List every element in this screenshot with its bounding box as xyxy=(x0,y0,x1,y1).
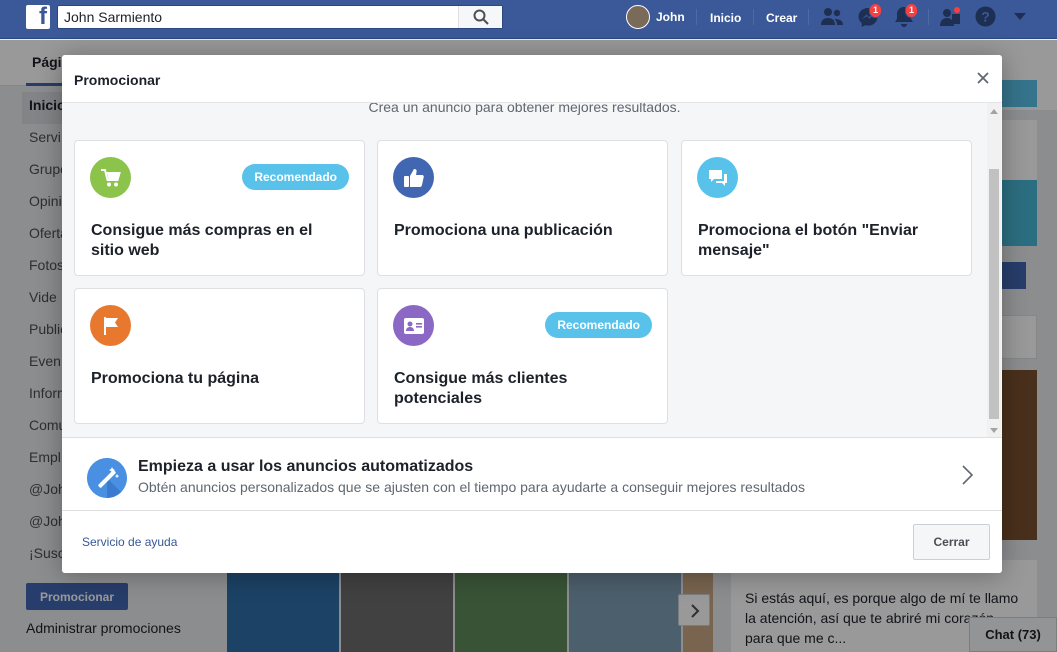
card-title: Promociona el botón "Enviar mensaje" xyxy=(698,222,919,259)
recommended-badge: Recomendado xyxy=(242,164,349,190)
help-icon[interactable]: ? xyxy=(975,6,996,27)
card-title: Consigue más clientes potenciales xyxy=(394,370,568,407)
dialog-scrollbar[interactable] xyxy=(987,103,1001,437)
account-menu-chevron-down-icon[interactable] xyxy=(1014,13,1026,21)
card-icon-circle xyxy=(697,157,738,198)
card-icon-circle xyxy=(393,157,434,198)
cart-icon xyxy=(101,169,121,187)
scroll-down-arrow-icon[interactable] xyxy=(990,428,998,433)
automated-ads-row[interactable]: Empieza a usar los anuncios automatizado… xyxy=(62,437,1002,511)
scrollbar-thumb[interactable] xyxy=(989,169,999,419)
avatar xyxy=(626,5,650,29)
dialog-footer: Servicio de ayuda Cerrar xyxy=(62,511,1002,573)
nav-divider xyxy=(753,9,754,25)
dialog-body: Crea un anuncio para obtener mejores res… xyxy=(62,103,1002,437)
automated-ads-title: Empieza a usar los anuncios automatizado… xyxy=(138,458,474,475)
scroll-up-arrow-icon[interactable] xyxy=(990,109,998,114)
nav-divider xyxy=(808,9,809,25)
help-center-link[interactable]: Servicio de ayuda xyxy=(82,535,177,549)
search-icon xyxy=(473,9,489,25)
chat-bubbles-icon xyxy=(709,170,727,186)
top-navigation-bar: f John Inicio Crear 1 1 ? xyxy=(0,0,1057,39)
card-icon-circle xyxy=(393,305,434,346)
card-send-message[interactable]: Promociona el botón "Enviar mensaje" xyxy=(681,140,972,276)
create-link[interactable]: Crear xyxy=(766,11,797,25)
card-promote-post[interactable]: Promociona una publicación xyxy=(377,140,668,276)
messages-badge: 1 xyxy=(869,3,883,18)
profile-name: John xyxy=(656,10,685,24)
thumbs-up-icon xyxy=(404,169,424,187)
svg-text:?: ? xyxy=(981,9,990,25)
nav-divider xyxy=(696,9,697,25)
card-icon-circle xyxy=(90,157,131,198)
contact-card-icon xyxy=(404,318,424,334)
profile-link[interactable]: John xyxy=(626,5,685,29)
card-promote-page[interactable]: Promociona tu página xyxy=(74,288,365,424)
promote-dialog: Promocionar Crea un anuncio para obtener… xyxy=(62,55,1002,573)
friend-requests-icon[interactable] xyxy=(820,6,844,28)
nav-divider xyxy=(928,9,929,25)
chevron-right-icon xyxy=(962,465,974,485)
home-link[interactable]: Inicio xyxy=(710,11,741,25)
search-input[interactable] xyxy=(58,6,458,28)
flag-icon xyxy=(104,317,118,335)
facebook-logo-icon[interactable]: f xyxy=(26,3,50,30)
dialog-header: Promocionar xyxy=(62,55,1002,103)
automated-ads-description: Obtén anuncios personalizados que se aju… xyxy=(138,479,805,495)
search-box xyxy=(57,5,503,29)
notifications-badge: 1 xyxy=(905,3,919,18)
card-leads[interactable]: Recomendado Consigue más clientes potenc… xyxy=(377,288,668,424)
card-website-purchases[interactable]: Recomendado Consigue más compras en el s… xyxy=(74,140,365,276)
card-title: Promociona una publicación xyxy=(394,222,613,239)
close-icon[interactable] xyxy=(976,71,990,85)
search-button[interactable] xyxy=(458,6,502,28)
card-icon-circle xyxy=(90,305,131,346)
magic-wand-icon xyxy=(87,458,127,498)
dialog-subtitle: Crea un anuncio para obtener mejores res… xyxy=(368,103,681,115)
card-title: Promociona tu página xyxy=(91,370,260,387)
close-button[interactable]: Cerrar xyxy=(913,524,990,560)
card-title: Consigue más compras en el sitio web xyxy=(91,222,313,259)
recommended-badge: Recomendado xyxy=(545,312,652,338)
dialog-title: Promocionar xyxy=(74,72,161,88)
pages-icon[interactable] xyxy=(939,6,961,28)
